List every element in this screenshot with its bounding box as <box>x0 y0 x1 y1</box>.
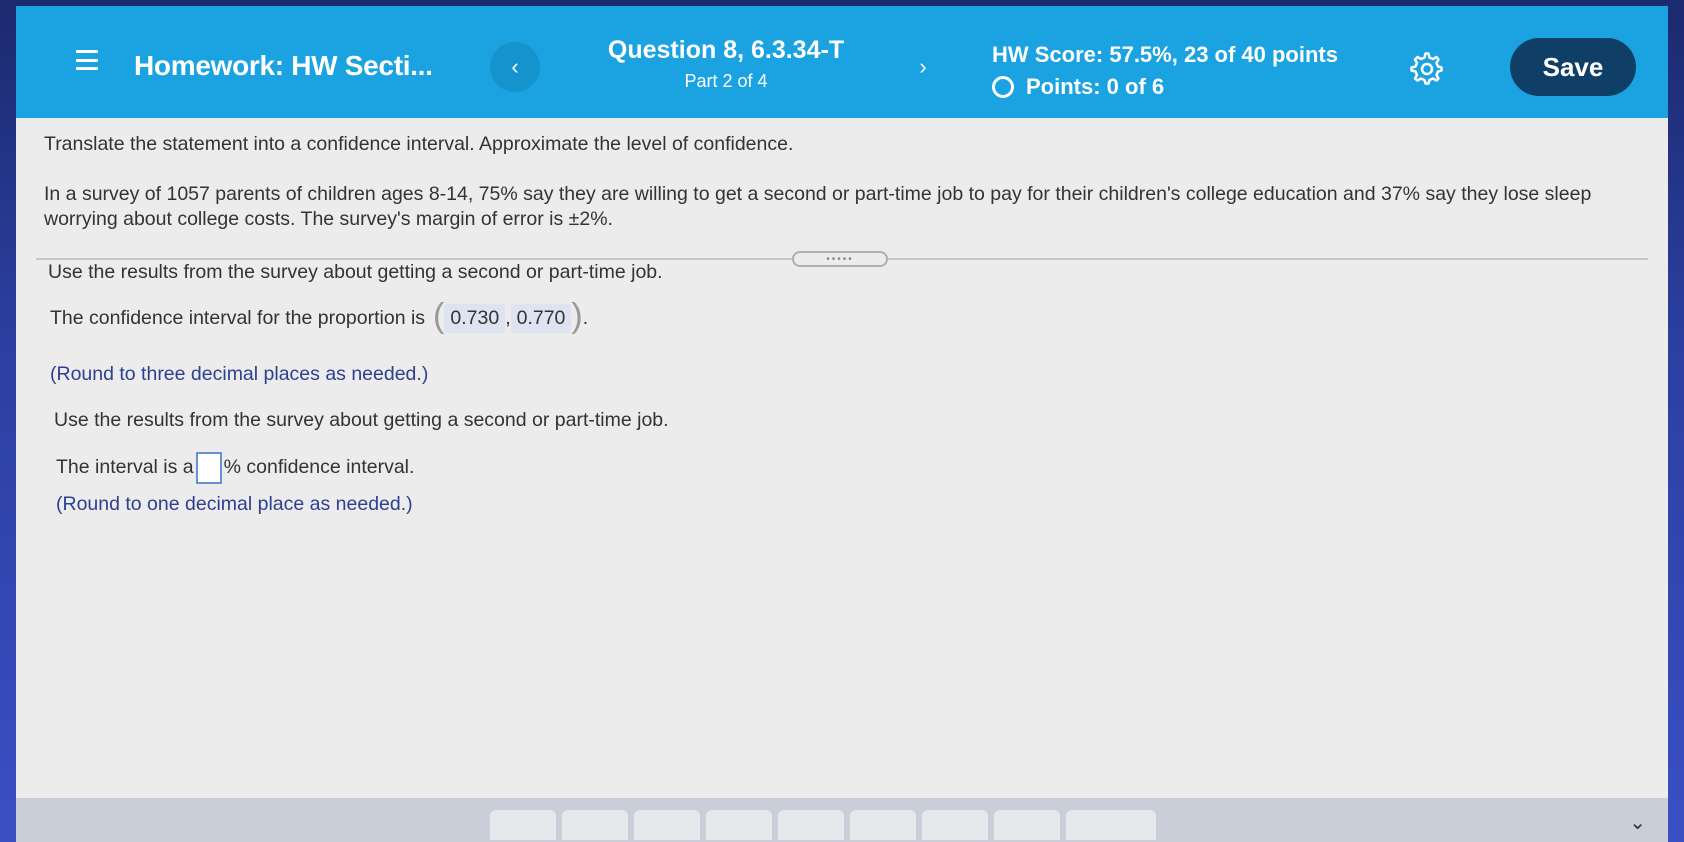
toolbar-button[interactable] <box>634 810 700 840</box>
chevron-down-icon[interactable]: ⌄ <box>1629 810 1646 835</box>
points-status: Points: 0 of 6 <box>992 74 1338 100</box>
next-question-button[interactable]: › <box>898 42 948 92</box>
part2-hint: (Round to one decimal place as needed.) <box>56 493 413 515</box>
open-paren: ( <box>433 296 445 335</box>
part1-intro: Use the results from the survey about ge… <box>48 261 663 283</box>
confidence-level-input[interactable] <box>195 452 222 484</box>
part1-question: The confidence interval for the proporti… <box>50 299 589 334</box>
question-part: Part 2 of 4 <box>684 71 768 91</box>
homework-title[interactable]: Homework: HW Secti... <box>134 50 433 82</box>
part2-question: The interval is a % confidence interval. <box>56 452 414 484</box>
instruction-text: Translate the statement into a confidenc… <box>44 133 794 155</box>
close-paren: ) <box>571 296 583 335</box>
incomplete-circle-icon <box>992 76 1014 98</box>
math-toolbar: ⌄ <box>16 798 1668 842</box>
toolbar-button[interactable] <box>706 810 772 840</box>
toolbar-button[interactable] <box>850 810 916 840</box>
part1-prompt: The confidence interval for the proporti… <box>50 307 426 329</box>
toolbar-button[interactable] <box>922 810 988 840</box>
interval-upper-input[interactable]: 0.770 <box>510 304 572 334</box>
question-title: Question 8, 6.3.34-T <box>607 36 845 64</box>
comma: , <box>505 307 511 329</box>
toolbar-button[interactable] <box>994 810 1060 840</box>
statement-text: In a survey of 1057 parents of children … <box>44 183 1592 231</box>
part1-hint: (Round to three decimal places as needed… <box>50 363 429 385</box>
previous-question-button[interactable]: ‹ <box>490 42 540 92</box>
toolbar-button[interactable] <box>562 810 628 840</box>
part2-intro: Use the results from the survey about ge… <box>54 409 669 431</box>
points-text: Points: 0 of 6 <box>1026 74 1165 99</box>
toolbar-button[interactable] <box>490 810 556 840</box>
question-info: Question 8, 6.3.34-T Part 2 of 4 <box>576 36 876 92</box>
toolbar-button[interactable] <box>778 810 844 840</box>
save-button[interactable]: Save <box>1510 38 1636 96</box>
browser-viewport: Homework: HW Secti... ‹ Question 8, 6.3.… <box>16 6 1668 842</box>
period: . <box>582 307 589 329</box>
part2-suffix: % confidence interval. <box>223 456 415 479</box>
interval-lower-input[interactable]: 0.730 <box>444 304 506 334</box>
homework-header: Homework: HW Secti... ‹ Question 8, 6.3.… <box>16 6 1668 118</box>
settings-gear-icon[interactable] <box>1410 52 1444 86</box>
hw-score: HW Score: 57.5%, 23 of 40 points <box>992 42 1338 67</box>
menu-icon[interactable] <box>76 50 98 70</box>
toolbar-button[interactable] <box>1066 810 1156 840</box>
resize-handle[interactable]: ••••• <box>792 251 888 267</box>
score-info: HW Score: 57.5%, 23 of 40 points Points:… <box>992 42 1338 100</box>
part2-prefix: The interval is a <box>56 456 194 479</box>
